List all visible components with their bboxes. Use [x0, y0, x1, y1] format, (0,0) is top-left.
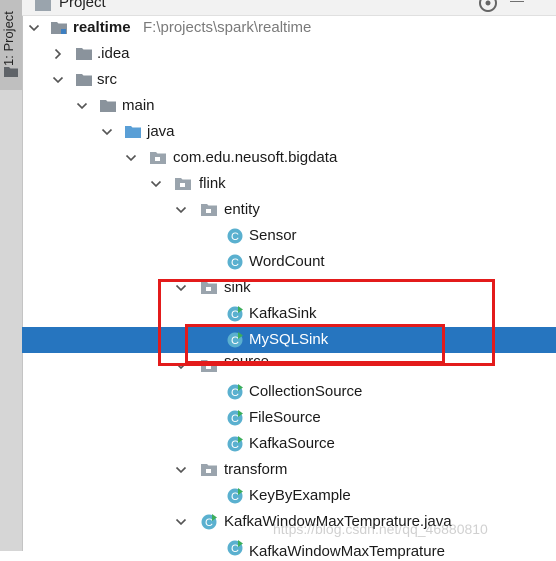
tree-item-kafkasource[interactable]: C KafkaSource	[22, 431, 556, 457]
chevron-right-icon[interactable]	[52, 48, 64, 60]
tree-item-label: realtime	[73, 19, 131, 36]
panel-title[interactable]: Project	[59, 0, 106, 11]
runnable-class-icon: C	[227, 540, 243, 556]
tree-item-label: src	[97, 71, 117, 88]
tree-item-label: KafkaSource	[249, 435, 335, 452]
svg-text:C: C	[231, 387, 239, 399]
tree-item-label: transform	[224, 461, 288, 478]
tree-item-label: main	[122, 97, 155, 114]
tree-item-label: .idea	[97, 45, 130, 62]
minimize-icon[interactable]: —	[510, 0, 524, 8]
module-folder-icon	[51, 22, 67, 34]
tree-item-entity[interactable]: entity	[22, 197, 556, 223]
tree-item-label: flink	[199, 175, 226, 192]
package-icon	[175, 178, 191, 190]
svg-text:C: C	[231, 413, 239, 425]
project-tool-tab[interactable]: 1: Project	[0, 0, 22, 90]
watermark: https://blog.csdn.net/qq_46880810	[273, 521, 488, 537]
project-panel-header: Project —	[22, 0, 556, 16]
package-icon	[201, 464, 217, 476]
class-icon: C	[227, 254, 243, 270]
gear-icon[interactable]	[478, 0, 498, 13]
runnable-class-icon: C	[227, 384, 243, 400]
svg-text:C: C	[205, 517, 213, 529]
highlight-box-mysqlsink	[185, 324, 445, 364]
tree-item-src[interactable]: src	[22, 67, 556, 93]
tree-item-label: WordCount	[249, 253, 325, 270]
tree-item-label: FileSource	[249, 409, 321, 426]
tree-item-collectionsource[interactable]: C CollectionSource	[22, 379, 556, 405]
runnable-class-icon: C	[227, 436, 243, 452]
chevron-down-icon[interactable]	[150, 178, 162, 190]
tree-item-filesource[interactable]: C FileSource	[22, 405, 556, 431]
tree-item-sensor[interactable]: C Sensor	[22, 223, 556, 249]
project-view-icon	[35, 0, 51, 11]
chevron-down-icon[interactable]	[175, 516, 187, 528]
chevron-down-icon[interactable]	[28, 22, 40, 34]
tree-item-wordcount[interactable]: C WordCount	[22, 249, 556, 275]
tool-window-strip: 1: Project	[0, 0, 23, 551]
chevron-down-icon[interactable]	[52, 74, 64, 86]
folder-icon	[76, 74, 92, 86]
tree-item-java[interactable]: java	[22, 119, 556, 145]
chevron-down-icon[interactable]	[175, 464, 187, 476]
runnable-class-icon: C	[227, 488, 243, 504]
folder-icon	[4, 67, 18, 77]
tree-item-label: com.edu.neusoft.bigdata	[173, 149, 338, 166]
tree-item-keybyexample[interactable]: C KeyByExample	[22, 483, 556, 509]
tree-item-label: KafkaWindowMaxTemprature	[249, 543, 445, 560]
tree-item-package[interactable]: com.edu.neusoft.bigdata	[22, 145, 556, 171]
tree-item-main[interactable]: main	[22, 93, 556, 119]
svg-text:C: C	[231, 231, 239, 243]
package-icon	[201, 204, 217, 216]
project-path: F:\projects\spark\realtime	[143, 19, 312, 36]
svg-text:C: C	[231, 543, 239, 555]
tree-item-kafkawindow-class[interactable]: C KafkaWindowMaxTemprature	[22, 535, 556, 561]
chevron-down-icon[interactable]	[175, 204, 187, 216]
class-icon: C	[227, 228, 243, 244]
folder-icon	[100, 100, 116, 112]
tree-item-label: KeyByExample	[249, 487, 351, 504]
svg-text:C: C	[231, 491, 239, 503]
runnable-class-icon: C	[227, 410, 243, 426]
tree-item-transform[interactable]: transform	[22, 457, 556, 483]
tree-item-flink[interactable]: flink	[22, 171, 556, 197]
chevron-down-icon[interactable]	[101, 126, 113, 138]
tree-item-idea[interactable]: .idea	[22, 41, 556, 67]
package-icon	[150, 152, 166, 164]
source-folder-icon	[125, 126, 141, 138]
tree-item-realtime[interactable]: realtime F:\projects\spark\realtime	[22, 15, 556, 41]
tree-item-label: java	[147, 123, 175, 140]
java-file-icon: C	[201, 514, 217, 530]
project-tool-tab-label: 1: Project	[1, 11, 16, 66]
folder-icon	[76, 48, 92, 60]
svg-text:C: C	[231, 257, 239, 269]
chevron-down-icon[interactable]	[76, 100, 88, 112]
tree-item-label: CollectionSource	[249, 383, 363, 400]
svg-text:C: C	[231, 439, 239, 451]
tree-item-label: entity	[224, 201, 260, 218]
tree-item-label: Sensor	[249, 227, 297, 244]
chevron-down-icon[interactable]	[125, 152, 137, 164]
